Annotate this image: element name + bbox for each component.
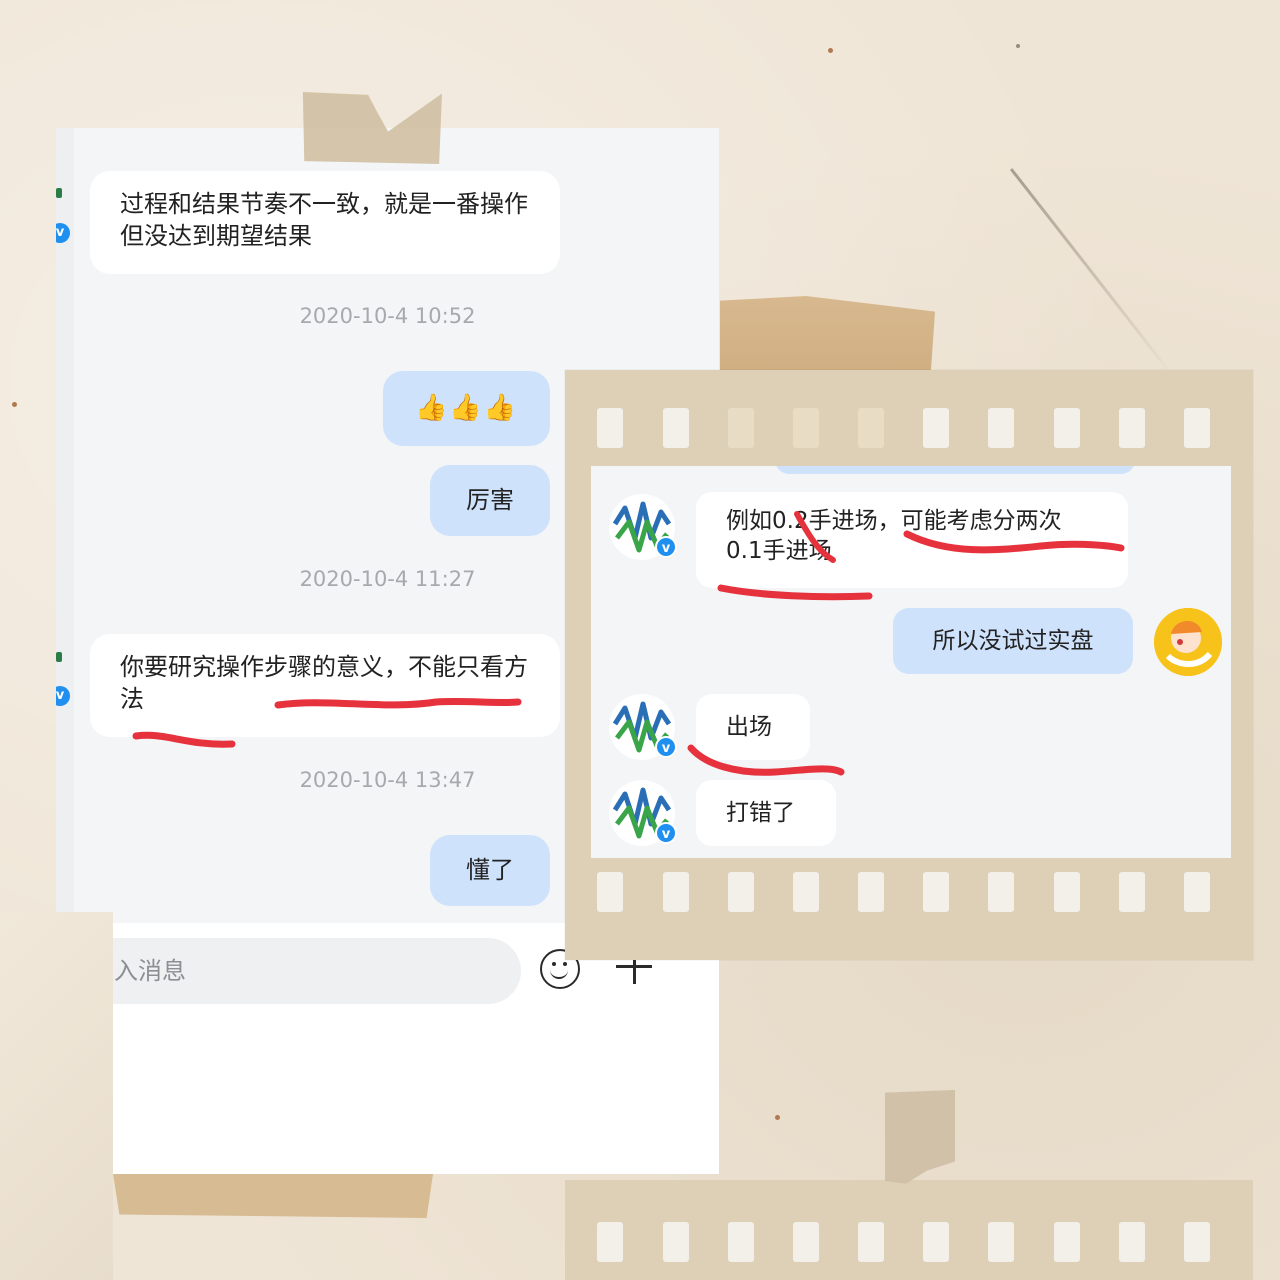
message-text: 过程和结果节奏不一致，就是一番操作但没达到期望结果: [120, 190, 528, 250]
film-sprocket-hole: [1119, 408, 1145, 448]
film-sprocket-hole: [988, 872, 1014, 912]
message-text: 打错了: [726, 800, 795, 826]
avatar-fragment: [56, 188, 62, 198]
message-timestamp: 2020-10-4 10:52: [299, 304, 476, 328]
film-sprocket-hole: [728, 408, 754, 448]
film-sprocket-hole: [923, 1222, 949, 1262]
avatar-fragment: [56, 652, 62, 662]
thumbs-up-emoji: 👍👍👍: [414, 393, 519, 423]
film-sprocket-hole: [988, 1222, 1014, 1262]
message-text: 厉害: [466, 486, 514, 514]
film-sprocket-hole: [1184, 408, 1210, 448]
message-input-bar: 入消息: [56, 923, 719, 1174]
message-bubble-outgoing[interactable]: 厉害: [430, 465, 550, 536]
film-sprocket-hole: [793, 1222, 819, 1262]
message-text: 懂了: [466, 856, 514, 884]
verified-v-icon: v: [655, 536, 677, 558]
message-text: 所以没试过实盘: [932, 628, 1094, 654]
cropped-bubble-top: [775, 466, 1135, 474]
film-sprocket-hole: [1054, 872, 1080, 912]
film-sprocket-hole: [793, 872, 819, 912]
film-strip-fragment: [565, 1180, 1253, 1280]
paper-tape: [302, 92, 442, 164]
film-sprocket-hole: [793, 408, 819, 448]
background-speck: [828, 48, 833, 53]
background-scratch: [1010, 168, 1173, 375]
paper-tape: [113, 1174, 433, 1218]
cartoon-avatar-icon: [1154, 608, 1222, 676]
background-speck: [12, 402, 17, 407]
verified-v-icon: v: [655, 736, 677, 758]
red-underline-annotation: [687, 744, 845, 776]
message-bubble-incoming[interactable]: 打错了: [696, 780, 836, 846]
film-sprocket-hole: [858, 872, 884, 912]
message-bubble-outgoing[interactable]: 👍👍👍: [383, 371, 550, 446]
background-speck: [1016, 44, 1020, 48]
contact-avatar[interactable]: v: [609, 494, 677, 560]
paper-overlay: [0, 912, 113, 1280]
film-sprocket-hole: [923, 408, 949, 448]
film-sprocket-hole: [858, 1222, 884, 1262]
film-sprocket-hole: [597, 408, 623, 448]
contact-avatar[interactable]: v: [609, 694, 677, 760]
verified-v-icon: v: [655, 822, 677, 844]
film-strip-frame: v 例如0.2手进场，可能考虑分两次0.1手进场 所以没试过实盘 v 出场 v …: [565, 370, 1253, 960]
film-sprocket-hole: [728, 872, 754, 912]
chat-screenshot-film: v 例如0.2手进场，可能考虑分两次0.1手进场 所以没试过实盘 v 出场 v …: [591, 466, 1231, 858]
film-sprocket-hole: [663, 872, 689, 912]
message-bubble-outgoing[interactable]: 所以没试过实盘: [893, 608, 1133, 674]
message-bubble-incoming[interactable]: 过程和结果节奏不一致，就是一番操作但没达到期望结果: [90, 171, 560, 274]
message-bubble-outgoing[interactable]: 懂了: [430, 835, 550, 906]
film-sprocket-hole: [597, 872, 623, 912]
film-sprocket-hole: [988, 408, 1014, 448]
film-sprocket-hole: [1119, 1222, 1145, 1262]
film-sprocket-hole: [858, 408, 884, 448]
film-sprocket-hole: [1119, 872, 1145, 912]
contact-avatar[interactable]: v: [609, 780, 677, 846]
background-speck: [775, 1115, 780, 1120]
film-sprocket-hole: [1054, 408, 1080, 448]
paper-tape: [720, 296, 935, 374]
red-underline-annotation: [717, 511, 1125, 601]
film-sprocket-hole: [663, 1222, 689, 1262]
film-sprocket-hole: [1054, 1222, 1080, 1262]
film-sprocket-hole: [1184, 1222, 1210, 1262]
film-sprocket-hole: [663, 408, 689, 448]
user-avatar[interactable]: [1154, 608, 1222, 676]
red-underline-annotation: [132, 697, 522, 748]
film-sprocket-hole: [1184, 872, 1210, 912]
message-input[interactable]: 入消息: [56, 938, 521, 1004]
film-sprocket-hole: [923, 872, 949, 912]
film-sprocket-hole: [597, 1222, 623, 1262]
film-sprocket-hole: [728, 1222, 754, 1262]
